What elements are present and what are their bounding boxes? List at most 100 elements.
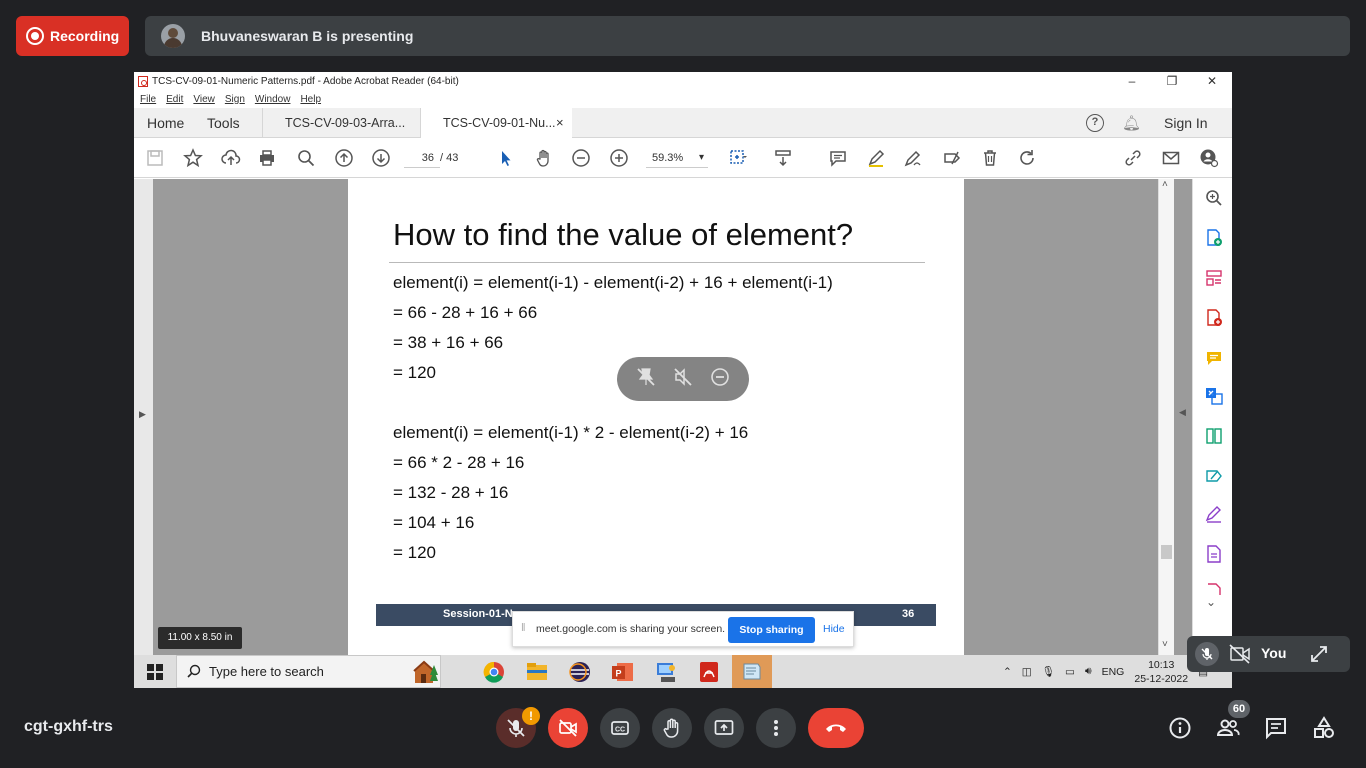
draw-icon[interactable]	[901, 146, 925, 170]
share-user-icon[interactable]	[1197, 146, 1221, 170]
formula-line: = 38 + 16 + 66	[393, 333, 504, 352]
bell-icon[interactable]: 🔔︎	[1122, 114, 1141, 132]
doc-tab-arrays[interactable]: TCS-CV-09-03-Arra...	[262, 108, 412, 138]
menu-edit[interactable]: Edit	[166, 94, 183, 105]
remove-icon[interactable]	[709, 366, 731, 393]
organize-pages-icon[interactable]	[1205, 269, 1223, 287]
link-icon[interactable]	[1121, 146, 1145, 170]
chevron-down-icon[interactable]: ⌄	[1206, 595, 1216, 609]
print-icon[interactable]	[255, 146, 279, 170]
left-panel-toggle[interactable]: ▶	[134, 179, 153, 655]
stop-sharing-button[interactable]: Stop sharing	[728, 617, 815, 643]
language-indicator[interactable]: ENG	[1102, 666, 1125, 678]
file-explorer-icon[interactable]	[522, 659, 552, 685]
save-icon[interactable]	[143, 146, 167, 170]
zoom-search-icon[interactable]	[1205, 189, 1223, 207]
fit-page-icon[interactable]	[726, 146, 750, 170]
restore-icon[interactable]: ❐	[1152, 72, 1192, 90]
help-icon[interactable]: ?	[1086, 114, 1104, 132]
activities-icon[interactable]	[1312, 716, 1336, 740]
self-view-tile[interactable]: You	[1187, 636, 1350, 672]
tab-tools[interactable]: Tools	[207, 108, 240, 138]
comment-icon[interactable]	[826, 146, 850, 170]
export-pdf-icon[interactable]	[1205, 309, 1223, 327]
comment-tool-icon[interactable]	[1205, 349, 1223, 367]
meet-now-icon[interactable]: ◫	[1022, 666, 1032, 678]
sign-in-button[interactable]: Sign In	[1164, 108, 1208, 138]
mic-button[interactable]: !	[496, 707, 540, 748]
doc-tab-numeric-patterns[interactable]: TCS-CV-09-01-Nu... ×	[420, 108, 572, 139]
search-icon[interactable]	[294, 146, 318, 170]
chat-icon[interactable]	[1264, 716, 1288, 740]
hand-tool-icon[interactable]	[532, 146, 556, 170]
chrome-icon[interactable]	[479, 659, 509, 685]
page-number-input[interactable]: 36	[404, 148, 440, 168]
eclipse-icon[interactable]	[565, 659, 595, 685]
menu-help[interactable]: Help	[300, 94, 321, 105]
mute-icon[interactable]	[672, 366, 694, 393]
leave-call-button[interactable]	[808, 708, 864, 748]
create-pdf-icon[interactable]	[1205, 229, 1223, 247]
cloud-upload-icon[interactable]	[219, 146, 243, 170]
people-icon[interactable]	[1216, 716, 1240, 740]
zoom-select[interactable]: 59.3%	[646, 148, 708, 168]
compress-pdf-icon[interactable]	[1205, 387, 1223, 405]
unpin-icon[interactable]	[635, 366, 657, 393]
edit-pdf-icon[interactable]	[1205, 427, 1223, 445]
zoom-in-icon[interactable]	[607, 146, 631, 170]
network-computer-icon[interactable]	[651, 659, 681, 685]
expand-icon[interactable]	[1309, 644, 1329, 667]
zoom-out-icon[interactable]	[569, 146, 593, 170]
volume-icon[interactable]: 🔊︎	[1085, 665, 1092, 678]
fill-sign-tool-icon[interactable]	[1205, 467, 1223, 485]
menu-file[interactable]: File	[140, 94, 156, 105]
vertical-scrollbar[interactable]: ˄ ˅	[1158, 179, 1174, 655]
windows-start-icon[interactable]	[147, 664, 163, 680]
collapse-right-panel-icon[interactable]: ◀	[1179, 407, 1186, 418]
raise-hand-button[interactable]	[652, 708, 692, 748]
scroll-mode-icon[interactable]	[771, 146, 795, 170]
acrobat-taskbar-icon[interactable]	[694, 659, 724, 685]
tab-home[interactable]: Home	[147, 108, 184, 138]
captions-button[interactable]: CC	[600, 708, 640, 748]
page-up-icon[interactable]	[332, 146, 356, 170]
fill-sign-icon[interactable]	[940, 146, 964, 170]
show-hidden-icons-icon[interactable]: ⌃	[1003, 666, 1012, 678]
active-window-icon[interactable]	[732, 655, 772, 688]
highlight-pen-icon[interactable]	[864, 146, 888, 170]
search-placeholder: Type here to search	[209, 664, 324, 679]
menu-view[interactable]: View	[193, 94, 215, 105]
scroll-down-icon[interactable]: ˅	[1162, 639, 1168, 650]
delete-icon[interactable]	[978, 146, 1002, 170]
taskbar-search-input[interactable]: Type here to search	[176, 655, 441, 688]
select-cursor-icon[interactable]	[494, 146, 518, 170]
minimize-icon[interactable]: –	[1112, 72, 1152, 90]
formula-line: = 104 + 16	[393, 513, 475, 532]
more-options-button[interactable]	[756, 708, 796, 748]
close-tab-icon[interactable]: ×	[556, 108, 564, 138]
scroll-thumb[interactable]	[1161, 545, 1172, 559]
hide-button[interactable]: Hide	[823, 623, 845, 635]
scroll-up-icon[interactable]: ˄	[1162, 179, 1168, 190]
rotate-icon[interactable]	[1015, 146, 1039, 170]
holiday-house-icon[interactable]	[413, 659, 439, 685]
meeting-details-icon[interactable]	[1168, 716, 1192, 740]
page-down-icon[interactable]	[369, 146, 393, 170]
email-icon[interactable]	[1159, 146, 1183, 170]
sign-tool-icon[interactable]	[1205, 505, 1223, 523]
menu-window[interactable]: Window	[255, 94, 291, 105]
battery-icon[interactable]: ▭	[1065, 666, 1075, 678]
recording-indicator[interactable]: Recording	[16, 16, 129, 56]
close-window-icon[interactable]: ✕	[1192, 72, 1232, 90]
form-tool-icon[interactable]	[1205, 545, 1223, 563]
powerpoint-icon[interactable]: P	[608, 659, 638, 685]
menu-sign[interactable]: Sign	[225, 94, 245, 105]
drag-handle-icon[interactable]: ‖	[521, 622, 526, 634]
microphone-tray-icon[interactable]: 🎙︎	[1042, 665, 1055, 678]
star-icon[interactable]	[181, 146, 205, 170]
present-button[interactable]	[704, 708, 744, 748]
expand-left-icon[interactable]: ▶	[139, 409, 146, 420]
camera-button[interactable]	[548, 708, 588, 748]
more-tools-icon[interactable]	[1205, 583, 1223, 595]
clock[interactable]: 10:13 25-12-2022	[1134, 658, 1188, 686]
